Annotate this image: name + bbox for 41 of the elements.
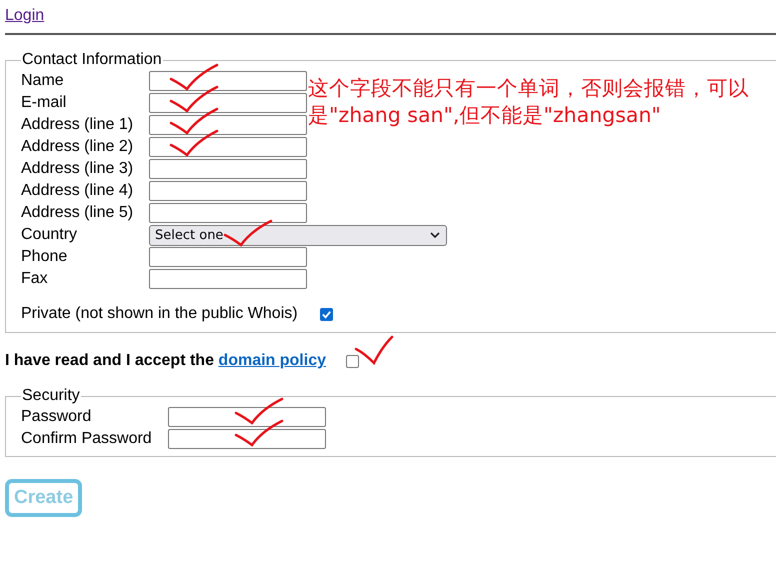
field-label: Confirm Password [21,429,153,449]
text-field[interactable] [149,181,307,201]
text-field[interactable] [149,269,307,289]
check-mark-icon [169,63,219,93]
field-label: Name [21,71,65,91]
check-mark-icon [234,419,284,449]
text-field[interactable] [149,203,307,223]
field-label: Phone [21,247,68,267]
password-field[interactable] [168,407,326,427]
policy-checkbox[interactable] [346,354,359,368]
text-field[interactable] [149,115,307,135]
check-mark-icon [169,129,219,159]
policy-text: I have read and I accept the [5,352,215,370]
field-label: Address (line 5) [21,203,134,223]
field-label: Address (line 3) [21,159,134,179]
field-label: Address (line 4) [21,181,134,201]
field-label: Fax [21,269,49,289]
domain-policy-link[interactable]: domain policy [218,352,326,370]
login-link[interactable]: Login [5,6,44,26]
country-select[interactable]: Select one [149,225,447,246]
fieldset-legend: Security [21,387,81,405]
text-field[interactable] [149,71,307,91]
field-label: E-mail [21,93,68,113]
field-label: Country [21,225,78,245]
private-checkbox[interactable] [320,308,333,320]
check-mark-icon [223,219,273,249]
text-field[interactable] [149,137,307,157]
private-label: Private (not shown in the public Whois) [21,304,298,324]
annotation-note: 这个字段不能只有一个单词，否则会报错，可以是"zhang san",但不能是"zhangsan" [308,75,750,129]
check-mark-icon [169,107,219,137]
field-label: Address (line 1) [21,115,134,135]
text-field[interactable] [149,93,307,113]
field-label: Address (line 2) [21,137,134,157]
password-field[interactable] [168,429,326,449]
text-field[interactable] [149,159,307,179]
check-mark-icon [169,85,219,115]
chevron-down-icon [430,232,440,239]
text-field[interactable] [149,247,307,267]
field-label: Password [21,407,92,427]
fieldset-legend: Contact Information [21,51,163,69]
check-mark-icon [234,397,284,427]
